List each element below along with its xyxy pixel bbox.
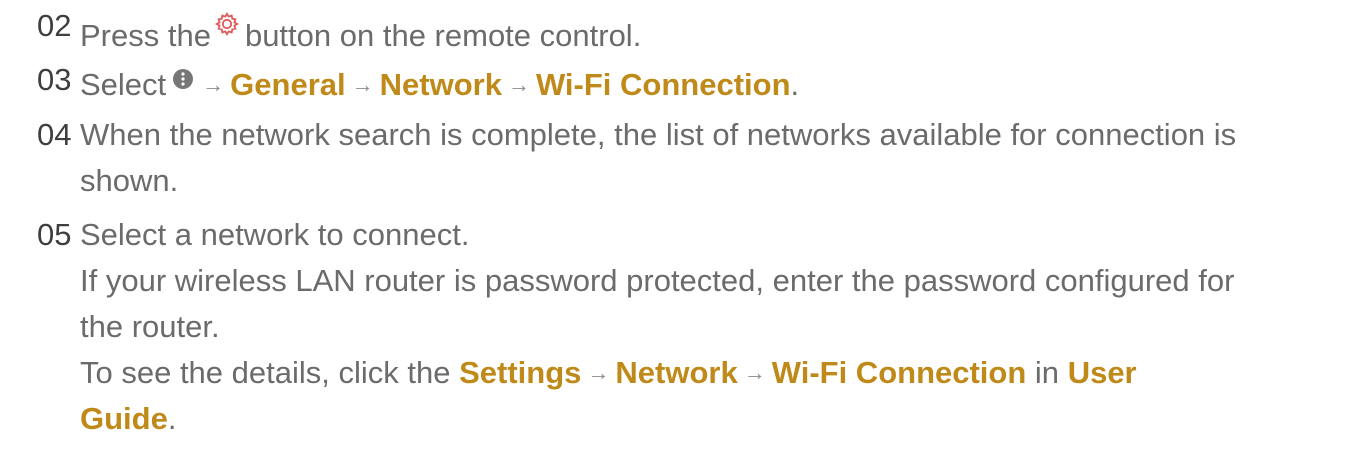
- text-line: Select a network to connect.: [80, 217, 470, 252]
- link-user-guide-cont[interactable]: Guide: [80, 401, 168, 436]
- text-line: If your wireless LAN router is password …: [80, 263, 1235, 298]
- step-number: 02: [37, 8, 72, 43]
- arrow-icon: →: [507, 72, 530, 97]
- menu-item-network: Network: [379, 67, 502, 102]
- link-user-guide[interactable]: User: [1068, 355, 1137, 390]
- arrow-icon: →: [587, 360, 610, 385]
- select-label: Select: [80, 67, 167, 102]
- step-number: 05: [37, 217, 72, 252]
- gear-icon: [214, 3, 239, 37]
- link-wifi-connection[interactable]: Wi-Fi Connection: [772, 355, 1027, 390]
- step-number: 03: [37, 62, 72, 97]
- step-text-part: button on the remote control.: [244, 18, 642, 53]
- arrow-icon: →: [743, 360, 766, 385]
- text-line: When the network search is complete, the…: [80, 117, 1237, 152]
- step-text-part: Press the: [80, 18, 211, 53]
- details-line-end: Guide.: [80, 396, 1355, 442]
- arrow-icon: →: [351, 72, 374, 97]
- arrow-icon: →: [202, 72, 225, 97]
- step-number: 04: [37, 117, 72, 152]
- sentence-end: .: [167, 401, 177, 436]
- step-text: Press the button on the remote control.: [80, 3, 1355, 59]
- step-text: Select a network to connect. If your wir…: [80, 212, 1355, 442]
- text-line: shown.: [80, 163, 179, 198]
- details-middle: in: [1034, 355, 1060, 390]
- step-text: When the network search is complete, the…: [80, 112, 1355, 204]
- details-line: To see the details, click the Settings → N…: [80, 350, 1355, 396]
- menu-item-wifi-connection: Wi-Fi Connection: [535, 67, 791, 102]
- menu-item-general: General: [230, 67, 346, 102]
- text-line: the router.: [80, 309, 220, 344]
- more-options-icon: [172, 57, 194, 89]
- sentence-end: .: [790, 67, 800, 102]
- link-network[interactable]: Network: [615, 355, 737, 390]
- link-settings[interactable]: Settings: [459, 355, 581, 390]
- step-text: Select → General → Network → Wi-Fi Connection.: [80, 57, 1355, 108]
- details-prefix: To see the details, click the: [80, 355, 451, 390]
